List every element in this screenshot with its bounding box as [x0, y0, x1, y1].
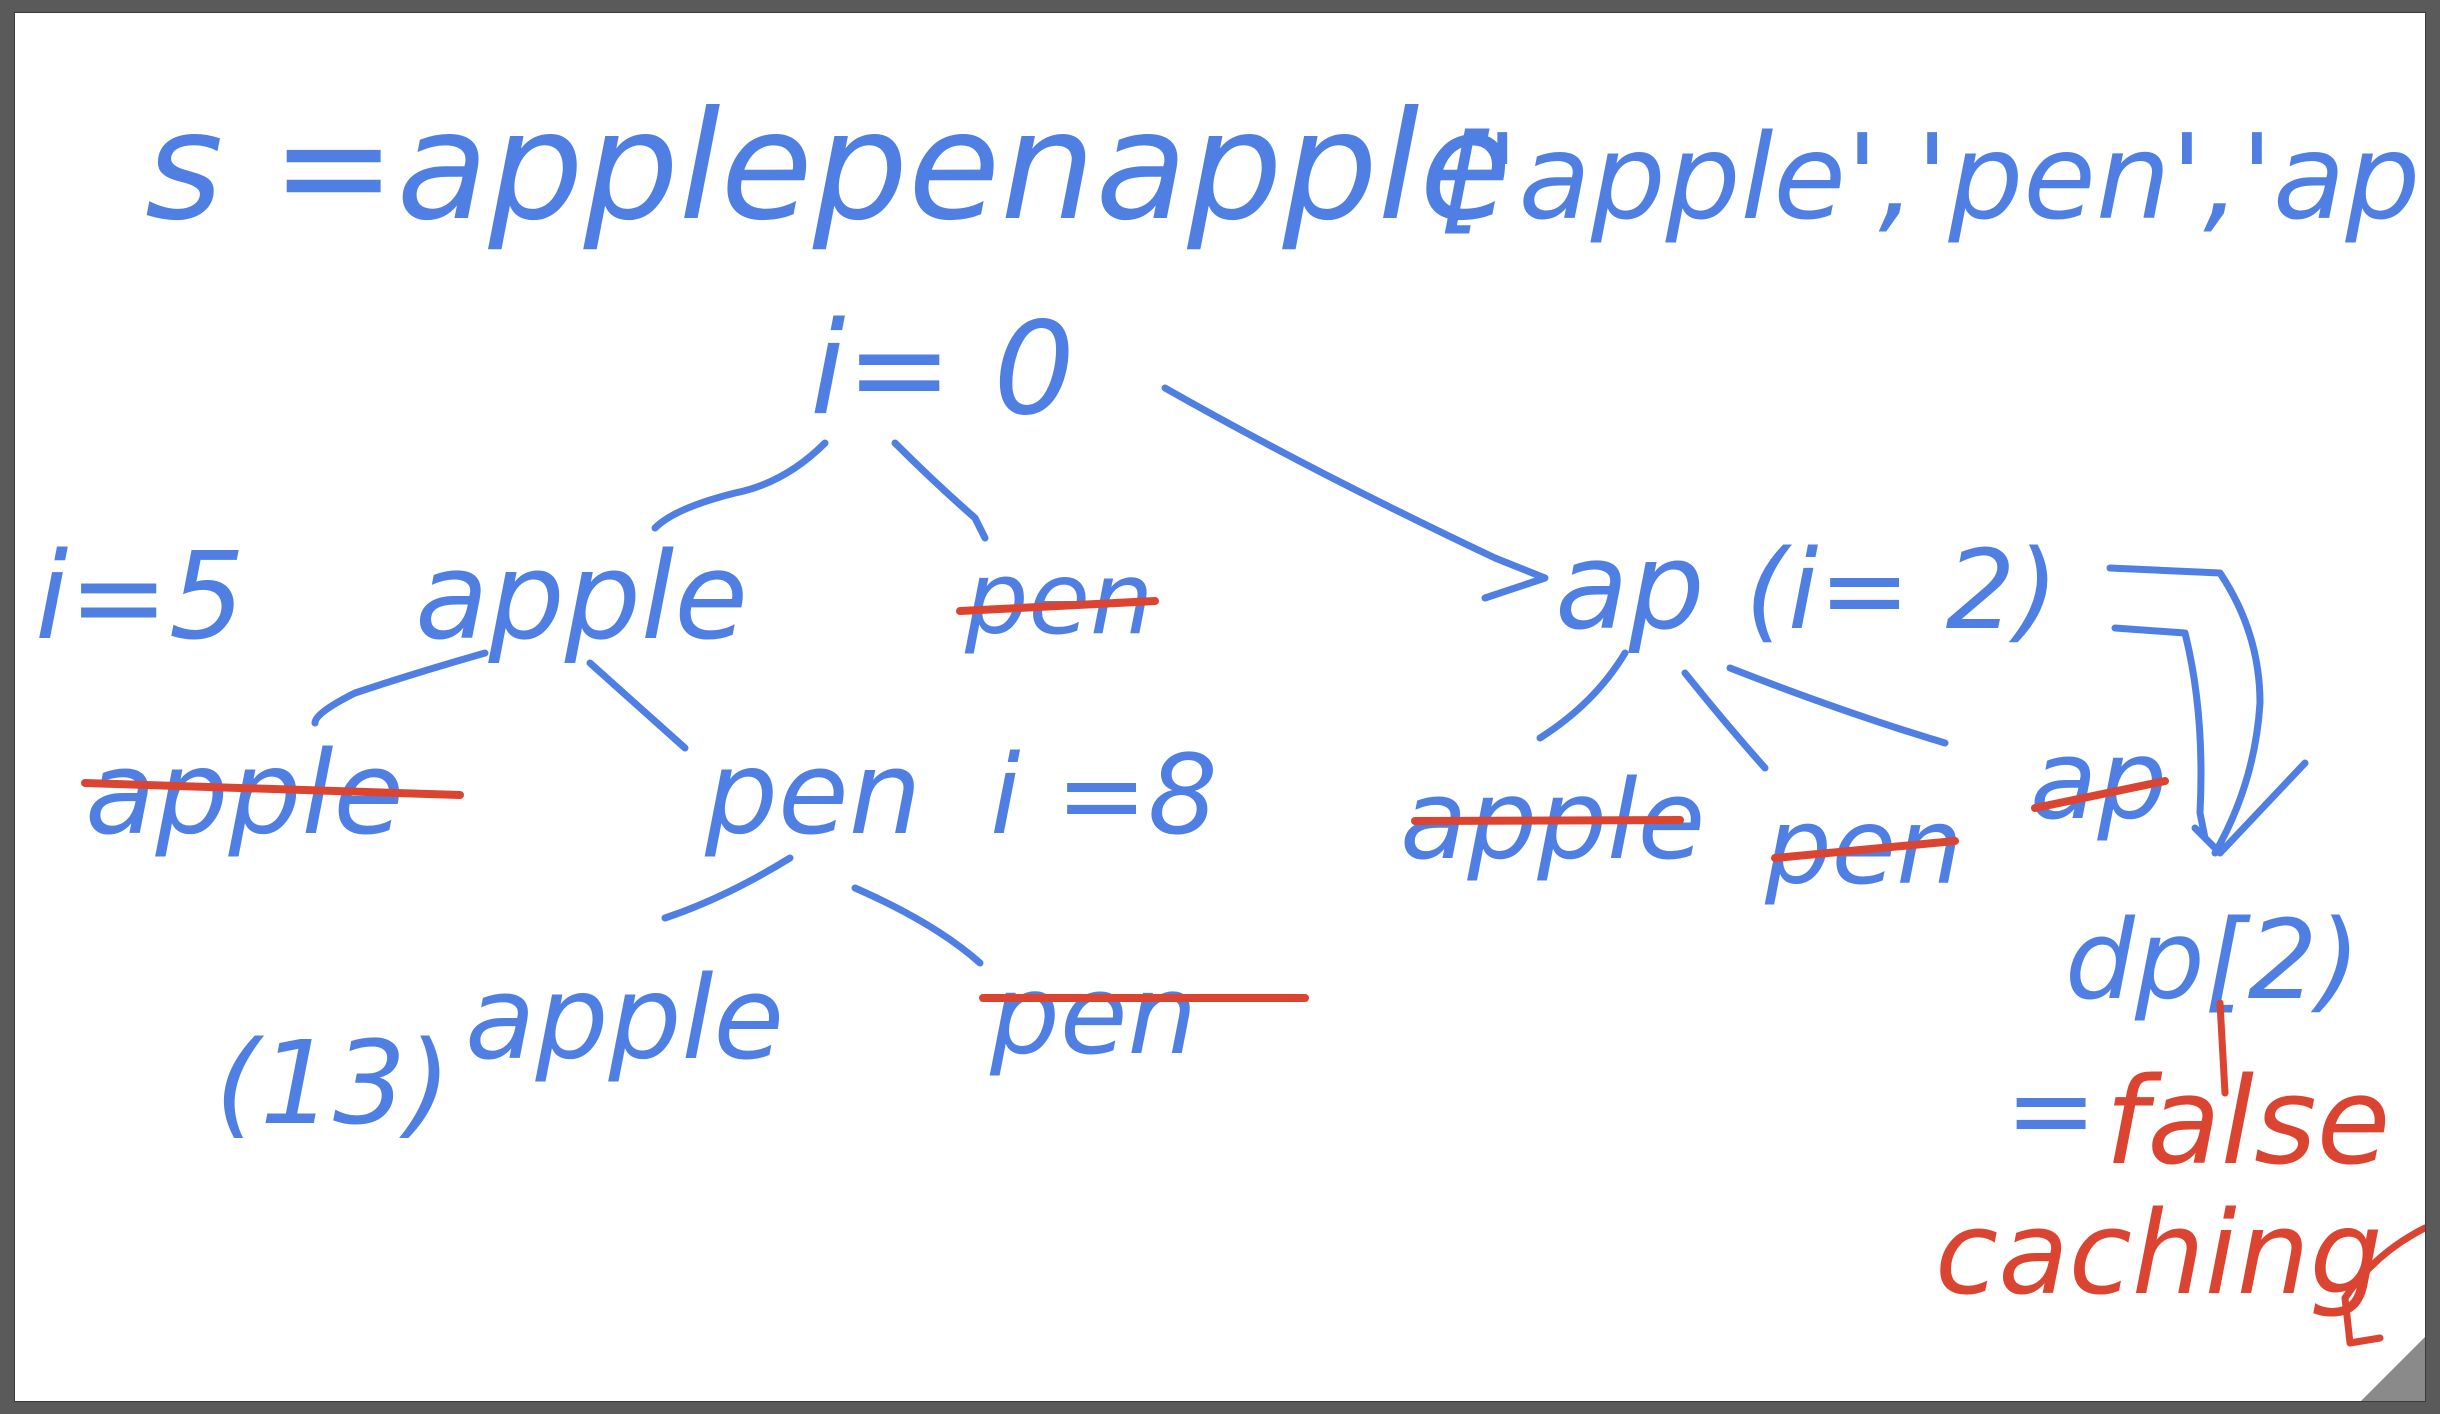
- memo-note-caching: caching: [1935, 1187, 2383, 1321]
- diagram-svg: s =applepenapple ['apple','pen','ap'] i=…: [35, 80, 2426, 1347]
- word-dictionary: ['apple','pen','ap']: [1440, 108, 2426, 246]
- node-ap-ap-crossed: ap: [2030, 716, 2167, 844]
- edge-pen-pen: [851, 884, 984, 967]
- node-pen-apple: apple: [465, 952, 784, 1086]
- index-i8: i =8: [990, 731, 1218, 859]
- root-node-label: i= 0: [810, 295, 1075, 444]
- node-apple-pen: pen: [704, 727, 922, 861]
- edge-apple-pen: [586, 659, 689, 752]
- memo-expression: dp[2): [2065, 896, 2360, 1024]
- node-pen-crossed: pen: [964, 540, 1153, 657]
- memo-value: false: [2105, 1053, 2390, 1192]
- edge-root-apple: [651, 439, 829, 532]
- edge-root-pen: [891, 439, 989, 542]
- string-definition: s =applepenapple: [145, 80, 1512, 254]
- edge-root-ap: [1161, 384, 1549, 602]
- edge-ap-ap: [1726, 664, 1949, 747]
- edge-pen-apple: [661, 854, 794, 922]
- strike-apple-2: [1411, 816, 1684, 825]
- index-i2: (i= 2): [1745, 526, 2059, 654]
- node-ap: ap: [1555, 518, 1705, 657]
- node-pen-pen-crossed: pen: [989, 951, 1197, 1079]
- index-13: (13): [215, 1017, 451, 1151]
- memo-equals: =: [2005, 1046, 2097, 1174]
- node-apple: apple: [415, 528, 748, 667]
- resize-handle-icon[interactable]: [2361, 1337, 2425, 1401]
- edge-apple-apple: [311, 649, 489, 727]
- memo-false-stroke: [2216, 999, 2229, 1097]
- whiteboard-canvas[interactable]: s =applepenapple ['apple','pen','ap'] i=…: [14, 12, 2426, 1402]
- edge-ap-apple: [1536, 649, 1629, 742]
- edge-ap-pen: [1681, 669, 1769, 772]
- index-i5: i=5: [35, 528, 245, 667]
